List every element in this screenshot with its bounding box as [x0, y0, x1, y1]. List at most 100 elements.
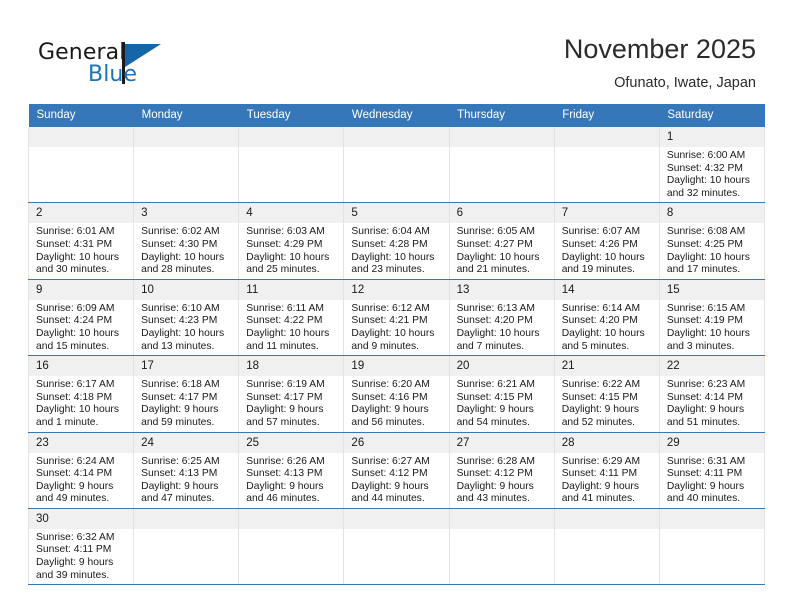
daylight-duration-line1: Daylight: 9 hours	[561, 404, 639, 416]
daylight-duration-line1: Daylight: 9 hours	[456, 404, 534, 416]
calendar-cell-empty	[343, 508, 450, 586]
day-sun-info: Sunrise: 6:05 AM Sunset: 4:27 PM Daylight:…	[450, 223, 554, 278]
calendar-day-cell[interactable]: 15 Sunrise: 6:15 AM Sunset: 4:19 PM Dayligh…	[658, 279, 766, 357]
general-blue-logo[interactable]: General Blue	[38, 40, 238, 94]
day-number: 13	[449, 279, 554, 300]
calendar-day-cell[interactable]: 26 Sunrise: 6:27 AM Sunset: 4:12 PM Dayligh…	[343, 432, 450, 509]
calendar-day-cell[interactable]: 24 Sunrise: 6:25 AM Sunset: 4:13 PM Dayligh…	[133, 432, 240, 509]
calendar-day-cell[interactable]: 27 Sunrise: 6:28 AM Sunset: 4:12 PM Dayligh…	[448, 432, 555, 509]
sunrise-time: Sunrise: 6:13 AM	[456, 302, 535, 314]
calendar-week-row: 16 Sunrise: 6:17 AM Sunset: 4:18 PM Dayligh…	[27, 355, 766, 433]
daylight-duration-line1: Daylight: 10 hours	[141, 251, 225, 263]
sunset-time: Sunset: 4:21 PM	[351, 315, 428, 327]
calendar-day-cell[interactable]: 16 Sunrise: 6:17 AM Sunset: 4:18 PM Dayligh…	[27, 355, 135, 433]
calendar-week-row: 9 Sunrise: 6:09 AM Sunset: 4:24 PM Daylight…	[27, 279, 766, 357]
day-sun-info: Sunrise: 6:15 AM Sunset: 4:19 PM Daylight:…	[660, 300, 764, 355]
calendar-day-cell[interactable]: 28 Sunrise: 6:29 AM Sunset: 4:11 PM Dayligh…	[553, 432, 660, 509]
calendar-day-cell[interactable]: 2 Sunrise: 6:01 AM Sunset: 4:31 PM Daylight…	[27, 202, 135, 280]
day-number	[554, 508, 659, 529]
sunrise-time: Sunrise: 6:01 AM	[36, 226, 115, 238]
daylight-duration-line2: and 25 minutes.	[246, 264, 320, 276]
weekday-header-saturday: Saturday	[659, 104, 765, 127]
sunrise-time: Sunrise: 6:12 AM	[351, 302, 430, 314]
daylight-duration-line1: Daylight: 9 hours	[246, 480, 324, 492]
calendar-day-cell[interactable]: 12 Sunrise: 6:12 AM Sunset: 4:21 PM Dayligh…	[343, 279, 450, 357]
calendar-day-cell[interactable]: 18 Sunrise: 6:19 AM Sunset: 4:17 PM Dayligh…	[238, 355, 345, 433]
day-number	[134, 508, 239, 529]
calendar-day-cell[interactable]: 9 Sunrise: 6:09 AM Sunset: 4:24 PM Daylight…	[27, 279, 135, 357]
sunset-time: Sunset: 4:22 PM	[246, 315, 323, 327]
daylight-duration-line2: and 32 minutes.	[666, 187, 741, 199]
day-number	[344, 508, 449, 529]
calendar-day-cell[interactable]: 4 Sunrise: 6:03 AM Sunset: 4:29 PM Daylight…	[238, 202, 345, 280]
sunrise-time: Sunrise: 6:26 AM	[246, 455, 325, 467]
calendar-day-cell[interactable]: 10 Sunrise: 6:10 AM Sunset: 4:23 PM Dayligh…	[133, 279, 240, 357]
day-sun-info: Sunrise: 6:08 AM Sunset: 4:25 PM Daylight:…	[660, 223, 764, 278]
daylight-duration-line2: and 43 minutes.	[456, 493, 530, 505]
daylight-duration-line2: and 28 minutes.	[141, 264, 215, 276]
calendar-week-row: 30 Sunrise: 6:32 AM Sunset: 4:11 PM Dayligh…	[27, 508, 766, 586]
calendar-day-cell[interactable]: 14 Sunrise: 6:14 AM Sunset: 4:20 PM Dayligh…	[553, 279, 660, 357]
calendar-day-cell[interactable]: 19 Sunrise: 6:20 AM Sunset: 4:16 PM Dayligh…	[343, 355, 450, 433]
calendar-day-cell[interactable]: 23 Sunrise: 6:24 AM Sunset: 4:14 PM Dayligh…	[27, 432, 135, 509]
day-number: 17	[134, 356, 239, 377]
calendar-page: General Blue November 2025 Ofunato, Iwat…	[0, 0, 792, 612]
calendar-day-cell[interactable]: 6 Sunrise: 6:05 AM Sunset: 4:27 PM Daylight…	[448, 202, 555, 280]
day-number: 20	[449, 356, 554, 377]
calendar-day-cell[interactable]: 29 Sunrise: 6:31 AM Sunset: 4:11 PM Dayligh…	[658, 432, 766, 509]
day-number: 6	[449, 203, 554, 224]
day-number: 8	[659, 203, 764, 224]
day-number: 18	[239, 356, 344, 377]
day-number	[449, 508, 554, 529]
sunset-time: Sunset: 4:13 PM	[141, 468, 218, 480]
daylight-duration-line2: and 40 minutes.	[666, 493, 741, 505]
day-number	[344, 127, 449, 147]
daylight-duration-line1: Daylight: 10 hours	[561, 251, 645, 263]
day-sun-info: Sunrise: 6:20 AM Sunset: 4:16 PM Daylight:…	[344, 376, 448, 431]
calendar-day-cell[interactable]: 25 Sunrise: 6:26 AM Sunset: 4:13 PM Dayligh…	[238, 432, 345, 509]
sunrise-time: Sunrise: 6:22 AM	[561, 379, 641, 391]
sunset-time: Sunset: 4:13 PM	[246, 468, 323, 480]
calendar-week-row: 23 Sunrise: 6:24 AM Sunset: 4:14 PM Dayligh…	[27, 432, 766, 509]
calendar-body: 1 Sunrise: 6:00 AM Sunset: 4:32 PM Daylight…	[27, 127, 766, 586]
day-sun-info: Sunrise: 6:01 AM Sunset: 4:31 PM Daylight:…	[29, 223, 133, 278]
calendar-day-cell[interactable]: 3 Sunrise: 6:02 AM Sunset: 4:30 PM Daylight…	[133, 202, 240, 280]
sunrise-sunset-calendar: Sunday Monday Tuesday Wednesday Thursday…	[27, 104, 766, 586]
calendar-day-cell[interactable]: 13 Sunrise: 6:13 AM Sunset: 4:20 PM Dayligh…	[448, 279, 555, 357]
day-number	[239, 127, 344, 147]
sunset-time: Sunset: 4:12 PM	[456, 468, 533, 480]
calendar-day-cell[interactable]: 1 Sunrise: 6:00 AM Sunset: 4:32 PM Daylight…	[658, 127, 766, 204]
sunrise-time: Sunrise: 6:00 AM	[666, 150, 746, 161]
calendar-day-cell[interactable]: 21 Sunrise: 6:22 AM Sunset: 4:15 PM Dayligh…	[553, 355, 660, 433]
sunset-time: Sunset: 4:12 PM	[351, 468, 428, 480]
calendar-day-cell[interactable]: 17 Sunrise: 6:18 AM Sunset: 4:17 PM Dayligh…	[133, 355, 240, 433]
daylight-duration-line1: Daylight: 10 hours	[36, 327, 119, 339]
sunrise-time: Sunrise: 6:32 AM	[36, 531, 115, 543]
daylight-duration-line2: and 3 minutes.	[666, 340, 735, 352]
sunset-time: Sunset: 4:30 PM	[141, 238, 218, 250]
daylight-duration-line1: Daylight: 9 hours	[36, 480, 114, 492]
daylight-duration-line2: and 54 minutes.	[456, 416, 530, 428]
calendar-day-cell[interactable]: 7 Sunrise: 6:07 AM Sunset: 4:26 PM Daylight…	[553, 202, 660, 280]
daylight-duration-line2: and 30 minutes.	[36, 264, 110, 276]
title-block: November 2025 Ofunato, Iwate, Japan	[564, 32, 756, 92]
day-sun-info: Sunrise: 6:22 AM Sunset: 4:15 PM Daylight:…	[555, 376, 659, 431]
daylight-duration-line1: Daylight: 9 hours	[36, 557, 114, 569]
calendar-day-cell[interactable]: 5 Sunrise: 6:04 AM Sunset: 4:28 PM Daylight…	[343, 202, 450, 280]
daylight-duration-line2: and 15 minutes.	[36, 340, 110, 352]
calendar-day-cell[interactable]: 11 Sunrise: 6:11 AM Sunset: 4:22 PM Dayligh…	[238, 279, 345, 357]
daylight-duration-line1: Daylight: 10 hours	[141, 327, 225, 339]
day-number: 27	[449, 432, 554, 453]
calendar-day-cell[interactable]: 22 Sunrise: 6:23 AM Sunset: 4:14 PM Dayligh…	[658, 355, 766, 433]
day-number: 21	[554, 356, 659, 377]
calendar-week-row: 2 Sunrise: 6:01 AM Sunset: 4:31 PM Daylight…	[27, 202, 766, 280]
daylight-duration-line1: Daylight: 9 hours	[351, 404, 429, 416]
sunrise-time: Sunrise: 6:02 AM	[141, 226, 220, 238]
weekday-header-wednesday: Wednesday	[343, 104, 450, 127]
calendar-day-cell[interactable]: 30 Sunrise: 6:32 AM Sunset: 4:11 PM Dayligh…	[27, 508, 135, 586]
calendar-day-cell[interactable]: 20 Sunrise: 6:21 AM Sunset: 4:15 PM Dayligh…	[448, 355, 555, 433]
day-number: 4	[239, 203, 344, 224]
day-number	[449, 127, 554, 147]
calendar-day-cell[interactable]: 8 Sunrise: 6:08 AM Sunset: 4:25 PM Daylight…	[658, 202, 766, 280]
daylight-duration-line2: and 19 minutes.	[561, 264, 635, 276]
